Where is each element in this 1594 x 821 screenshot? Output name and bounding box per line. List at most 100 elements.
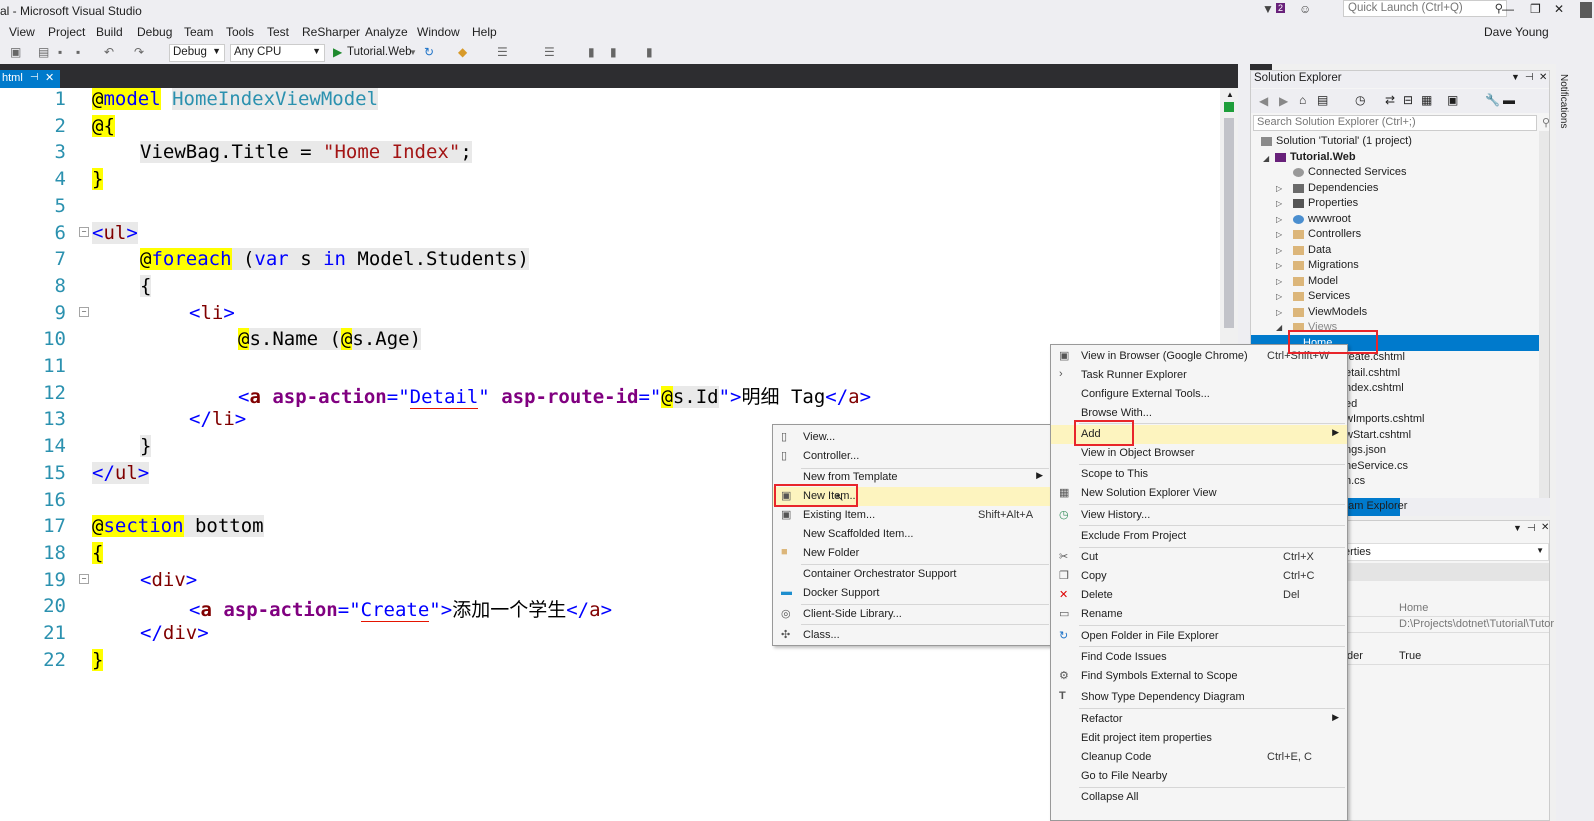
menu-item-new-item[interactable]: ▣ New Item... ↖ xyxy=(773,487,1051,506)
menu-item-add[interactable]: Add ▶ xyxy=(1051,425,1347,444)
tree-item[interactable]: Dependencies xyxy=(1293,182,1378,194)
collapse-toggle[interactable]: − xyxy=(79,574,89,584)
expand-arrow-icon[interactable]: ▷ xyxy=(1276,246,1282,255)
collapse-toggle[interactable]: − xyxy=(79,307,89,317)
tree-project[interactable]: Tutorial.Web xyxy=(1275,151,1356,163)
bookmark-icon[interactable]: ▮ xyxy=(588,45,595,59)
menu-item-find-symbols[interactable]: ⚙ Find Symbols External to Scope xyxy=(1051,667,1347,686)
scroll-thumb[interactable] xyxy=(1224,118,1234,328)
notifications-sidebar[interactable]: Notifications xyxy=(1556,64,1594,821)
tree-item[interactable]: Views xyxy=(1293,321,1337,333)
menu-item-delete[interactable]: ✕ Delete Del xyxy=(1051,586,1347,605)
menu-item-find-code-issues[interactable]: Find Code Issues xyxy=(1051,648,1347,667)
tab-index-cshtml[interactable]: html ⊣ ✕ xyxy=(0,70,60,88)
expand-arrow-icon[interactable]: ▷ xyxy=(1276,215,1282,224)
tree-item[interactable]: Migrations xyxy=(1293,259,1359,271)
menu-item-object-browser[interactable]: View in Object Browser xyxy=(1051,444,1347,463)
collapse-toggle[interactable]: − xyxy=(79,227,89,237)
sync-icon[interactable]: ⇄ xyxy=(1385,93,1395,107)
menu-item-docker-support[interactable]: ▬ Docker Support xyxy=(773,584,1051,603)
notification-badge[interactable]: 2 xyxy=(1276,3,1286,13)
minimize-icon[interactable]: — xyxy=(1502,2,1514,16)
new-project-icon[interactable]: ▣ xyxy=(10,45,21,59)
menu-tools[interactable]: Tools xyxy=(226,25,254,39)
forward-icon[interactable]: ▶ xyxy=(1279,94,1288,108)
menu-item-new-folder[interactable]: ■ New Folder xyxy=(773,544,1051,563)
menu-resharper[interactable]: ReSharper xyxy=(302,25,360,39)
expand-arrow-icon[interactable]: ▷ xyxy=(1276,184,1282,193)
tab-team-explorer[interactable]: eam Explorer xyxy=(1342,500,1407,512)
filter-icon[interactable]: ▼ xyxy=(1262,2,1274,16)
user-name[interactable]: Dave Young xyxy=(1484,25,1549,39)
menu-item-view-in-browser[interactable]: ▣ View in Browser (Google Chrome) Ctrl+Shi… xyxy=(1051,347,1347,366)
pin-icon[interactable]: ⊣ xyxy=(1525,72,1534,83)
menu-window[interactable]: Window xyxy=(417,25,460,39)
menu-item-rename[interactable]: ▭ Rename xyxy=(1051,605,1347,624)
menu-item-type-dependency[interactable]: T Show Type Dependency Diagram xyxy=(1051,688,1347,707)
redo-icon[interactable]: ↷ xyxy=(134,45,144,59)
switch-views-icon[interactable]: ▤ xyxy=(1317,93,1328,107)
save-icon[interactable]: ▪ xyxy=(58,45,62,59)
menu-help[interactable]: Help xyxy=(472,25,497,39)
tree-item[interactable]: Connected Services xyxy=(1293,166,1406,178)
open-file-icon[interactable]: ▤ xyxy=(38,45,49,59)
menu-item-cut[interactable]: ✂ Cut Ctrl+X xyxy=(1051,548,1347,567)
tree-item[interactable]: Services xyxy=(1293,290,1350,302)
menu-item-exclude[interactable]: Exclude From Project xyxy=(1051,527,1347,546)
expand-arrow-icon[interactable]: ▷ xyxy=(1276,308,1282,317)
expand-arrow-icon[interactable]: ▷ xyxy=(1276,292,1282,301)
undo-icon[interactable]: ↶ xyxy=(104,45,114,59)
chevron-down-icon[interactable]: ▼ xyxy=(1513,523,1522,533)
browser-link-icon[interactable]: ◆ xyxy=(458,45,467,59)
tree-item[interactable]: wwwroot xyxy=(1293,213,1351,225)
tree-item[interactable]: Data xyxy=(1293,244,1331,256)
tree-item[interactable]: etail.cshtml xyxy=(1345,367,1400,379)
play-icon[interactable]: ▶ xyxy=(333,45,342,59)
expand-arrow-icon[interactable]: ◢ xyxy=(1263,154,1269,163)
menu-item-edit-properties[interactable]: Edit project item properties xyxy=(1051,729,1347,748)
close-icon[interactable]: ✕ xyxy=(1539,72,1547,83)
pending-changes-icon[interactable]: ◷ xyxy=(1355,93,1365,107)
expand-arrow-icon[interactable]: ▷ xyxy=(1276,230,1282,239)
tree-item[interactable]: Properties xyxy=(1293,197,1358,209)
chevron-up-icon[interactable]: ▲ xyxy=(1226,90,1234,99)
indent-icon[interactable]: ☰ xyxy=(497,45,508,59)
tree-item[interactable]: ngs.json xyxy=(1345,444,1386,456)
expand-arrow-icon[interactable]: ▷ xyxy=(1276,199,1282,208)
tree-item[interactable]: Model xyxy=(1293,275,1338,287)
menu-item-cleanup-code[interactable]: Cleanup Code Ctrl+E, C xyxy=(1051,748,1347,767)
menu-item-view-history[interactable]: ◷ View History... xyxy=(1051,506,1347,525)
feedback-icon[interactable]: ☺ xyxy=(1299,2,1311,16)
expand-arrow-icon[interactable]: ▷ xyxy=(1276,277,1282,286)
menu-item-task-runner[interactable]: › Task Runner Explorer xyxy=(1051,366,1347,385)
tree-item[interactable]: ViewModels xyxy=(1293,306,1367,318)
menu-item-container-orchestrator[interactable]: Container Orchestrator Support xyxy=(773,565,1051,584)
platform-dropdown[interactable]: Any CPU ▼ xyxy=(230,44,325,62)
menu-view[interactable]: View xyxy=(9,25,35,39)
menu-build[interactable]: Build xyxy=(96,25,123,39)
bookmark-next-icon[interactable]: ▮ xyxy=(646,45,653,59)
tree-item[interactable]: wImports.cshtml xyxy=(1345,413,1424,425)
collapse-all-icon[interactable]: ⊟ xyxy=(1403,93,1413,107)
refresh-icon[interactable]: ↻ xyxy=(424,45,434,59)
menu-test[interactable]: Test xyxy=(267,25,289,39)
config-dropdown[interactable]: Debug ▼ xyxy=(169,44,225,62)
menu-item-new-se-view[interactable]: ▦ New Solution Explorer View xyxy=(1051,484,1347,503)
properties-icon[interactable]: 🔧 xyxy=(1485,93,1500,107)
close-icon[interactable]: ✕ xyxy=(1541,522,1549,533)
menu-item-open-folder[interactable]: ↻ Open Folder in File Explorer xyxy=(1051,627,1347,646)
menu-item-new-scaffolded-item[interactable]: New Scaffolded Item... xyxy=(773,525,1051,544)
start-target-button[interactable]: Tutorial.Web xyxy=(347,46,412,58)
menu-item-copy[interactable]: ❐ Copy Ctrl+C xyxy=(1051,567,1347,586)
menu-item-controller[interactable]: ▯ Controller... xyxy=(773,447,1051,466)
solution-search-input[interactable]: Search Solution Explorer (Ctrl+;) ⚲ xyxy=(1253,115,1550,131)
menu-project[interactable]: Project xyxy=(48,25,85,39)
close-icon[interactable]: ✕ xyxy=(1554,2,1564,16)
tree-item[interactable]: reate.cshtml xyxy=(1345,351,1405,363)
menu-item-new-from-template[interactable]: New from Template ▶ xyxy=(773,468,1051,487)
menu-item-view[interactable]: ▯ View... xyxy=(773,428,1051,447)
menu-item-scope-to-this[interactable]: Scope to This xyxy=(1051,465,1347,484)
menu-item-configure-tools[interactable]: Configure External Tools... xyxy=(1051,385,1347,404)
quick-launch-input[interactable]: Quick Launch (Ctrl+Q) ⚲ xyxy=(1343,0,1507,17)
menu-debug[interactable]: Debug xyxy=(137,25,172,39)
